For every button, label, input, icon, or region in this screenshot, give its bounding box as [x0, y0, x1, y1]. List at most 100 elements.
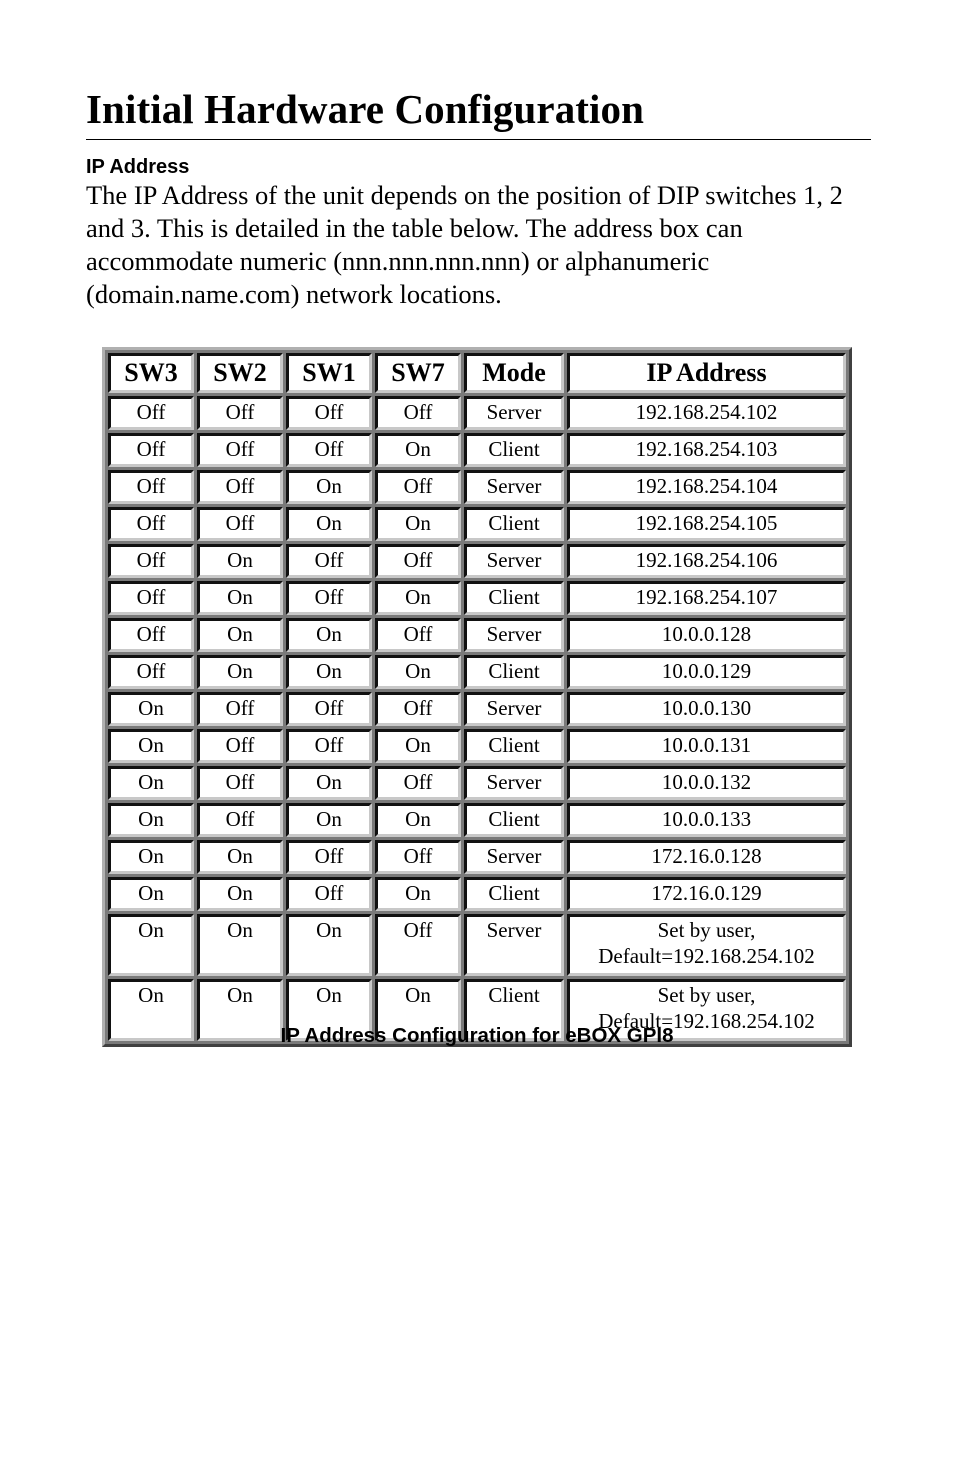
ip-address-text: 192.168.254.104: [635, 474, 778, 498]
cell-sw1: On: [286, 803, 372, 837]
cell-sw7: On: [375, 433, 461, 467]
intro-paragraph: The IP Address of the unit depends on th…: [86, 180, 843, 309]
cell-sw7: Off: [375, 396, 461, 430]
header-sw1: SW1: [286, 353, 372, 393]
cell-ip-address: 192.168.254.102: [567, 396, 846, 430]
cell-ip-address: 10.0.0.131: [567, 729, 846, 763]
ip-address-text: 10.0.0.129: [661, 659, 752, 683]
cell-sw2: On: [197, 655, 283, 689]
cell-sw3: Off: [108, 507, 194, 541]
cell-ip-address: 192.168.254.103: [567, 433, 846, 467]
cell-mode: Client: [464, 507, 564, 541]
ip-config-table-container: SW3 SW2 SW1 SW7 Mode IP Address Off Off Of…: [102, 347, 852, 1047]
table-row: Off On Off On Client 192.168.254.107: [108, 581, 846, 615]
cell-ip-address: 10.0.0.128: [567, 618, 846, 652]
ip-address-text: 192.168.254.105: [635, 511, 778, 535]
cell-sw3: On: [108, 803, 194, 837]
cell-sw7: Off: [375, 840, 461, 874]
ip-address-text: Set by user,: [657, 983, 756, 1007]
cell-ip-address: 192.168.254.106: [567, 544, 846, 578]
cell-ip-address: 10.0.0.132: [567, 766, 846, 800]
table-header-row: SW3 SW2 SW1 SW7 Mode IP Address: [108, 353, 846, 393]
cell-sw7: On: [375, 729, 461, 763]
cell-ip-address: Set by user, Default=192.168.254.102: [567, 914, 846, 976]
cell-ip-address: 172.16.0.129: [567, 877, 846, 911]
cell-sw2: Off: [197, 692, 283, 726]
cell-sw2: Off: [197, 729, 283, 763]
cell-sw7: Off: [375, 470, 461, 504]
cell-sw2: Off: [197, 433, 283, 467]
cell-sw3: Off: [108, 396, 194, 430]
cell-mode: Server: [464, 840, 564, 874]
ip-address-text: Default=192.168.254.102: [598, 944, 815, 968]
table-row: Off On Off Off Server 192.168.254.106: [108, 544, 846, 578]
cell-sw1: Off: [286, 840, 372, 874]
ip-address-text: 192.168.254.106: [635, 548, 778, 572]
cell-sw3: On: [108, 877, 194, 911]
cell-ip-address: 10.0.0.133: [567, 803, 846, 837]
cell-mode: Server: [464, 766, 564, 800]
cell-sw2: Off: [197, 470, 283, 504]
cell-mode: Client: [464, 433, 564, 467]
cell-mode: Server: [464, 692, 564, 726]
cell-ip-address: 172.16.0.128: [567, 840, 846, 874]
cell-mode: Client: [464, 729, 564, 763]
table-row: Off On On Off Server 10.0.0.128: [108, 618, 846, 652]
cell-sw3: On: [108, 840, 194, 874]
cell-sw3: Off: [108, 581, 194, 615]
cell-mode: Server: [464, 914, 564, 976]
table-row: On Off On Off Server 10.0.0.132: [108, 766, 846, 800]
cell-mode: Client: [464, 803, 564, 837]
page-title: Initial Hardware Configuration: [86, 86, 645, 132]
cell-sw1: Off: [286, 692, 372, 726]
cell-sw1: Off: [286, 729, 372, 763]
cell-sw2: On: [197, 914, 283, 976]
cell-ip-address: 192.168.254.105: [567, 507, 846, 541]
cell-sw7: Off: [375, 766, 461, 800]
cell-sw3: On: [108, 914, 194, 976]
cell-mode: Client: [464, 877, 564, 911]
cell-sw2: On: [197, 581, 283, 615]
cell-sw2: On: [197, 544, 283, 578]
header-sw3: SW3: [108, 353, 194, 393]
table-row: On On Off Off Server 172.16.0.128: [108, 840, 846, 874]
cell-ip-address: 192.168.254.104: [567, 470, 846, 504]
cell-mode: Server: [464, 396, 564, 430]
table-row: On Off Off On Client 10.0.0.131: [108, 729, 846, 763]
ip-address-text: 192.168.254.103: [635, 437, 778, 461]
table-body: Off Off Off Off Server 192.168.254.102 Off Off O…: [108, 396, 846, 1041]
cell-ip-address: 10.0.0.129: [567, 655, 846, 689]
cell-sw1: On: [286, 914, 372, 976]
cell-sw3: Off: [108, 433, 194, 467]
header-sw7: SW7: [375, 353, 461, 393]
cell-sw2: On: [197, 877, 283, 911]
cell-sw1: Off: [286, 396, 372, 430]
cell-sw7: Off: [375, 618, 461, 652]
ip-address-text: 10.0.0.131: [661, 733, 752, 757]
cell-sw3: Off: [108, 618, 194, 652]
cell-sw1: On: [286, 470, 372, 504]
cell-sw3: On: [108, 692, 194, 726]
cell-mode: Server: [464, 470, 564, 504]
cell-sw3: On: [108, 766, 194, 800]
cell-sw1: On: [286, 655, 372, 689]
header-ip-address: IP Address: [567, 353, 846, 393]
cell-sw7: On: [375, 655, 461, 689]
cell-sw1: On: [286, 766, 372, 800]
cell-sw2: On: [197, 840, 283, 874]
table-row: On On Off On Client 172.16.0.129: [108, 877, 846, 911]
cell-sw2: Off: [197, 803, 283, 837]
cell-mode: Server: [464, 618, 564, 652]
ip-address-text: 172.16.0.128: [651, 844, 762, 868]
ip-address-text: 172.16.0.129: [651, 881, 762, 905]
cell-sw1: Off: [286, 544, 372, 578]
cell-ip-address: 10.0.0.130: [567, 692, 846, 726]
table-row: On On On Off Server Set by user, Default=192.1…: [108, 914, 846, 976]
cell-sw1: On: [286, 507, 372, 541]
cell-sw7: Off: [375, 544, 461, 578]
table-row: On Off Off Off Server 10.0.0.130: [108, 692, 846, 726]
cell-mode: Client: [464, 655, 564, 689]
cell-mode: Client: [464, 581, 564, 615]
ip-address-text: 10.0.0.130: [661, 696, 752, 720]
cell-sw2: Off: [197, 396, 283, 430]
